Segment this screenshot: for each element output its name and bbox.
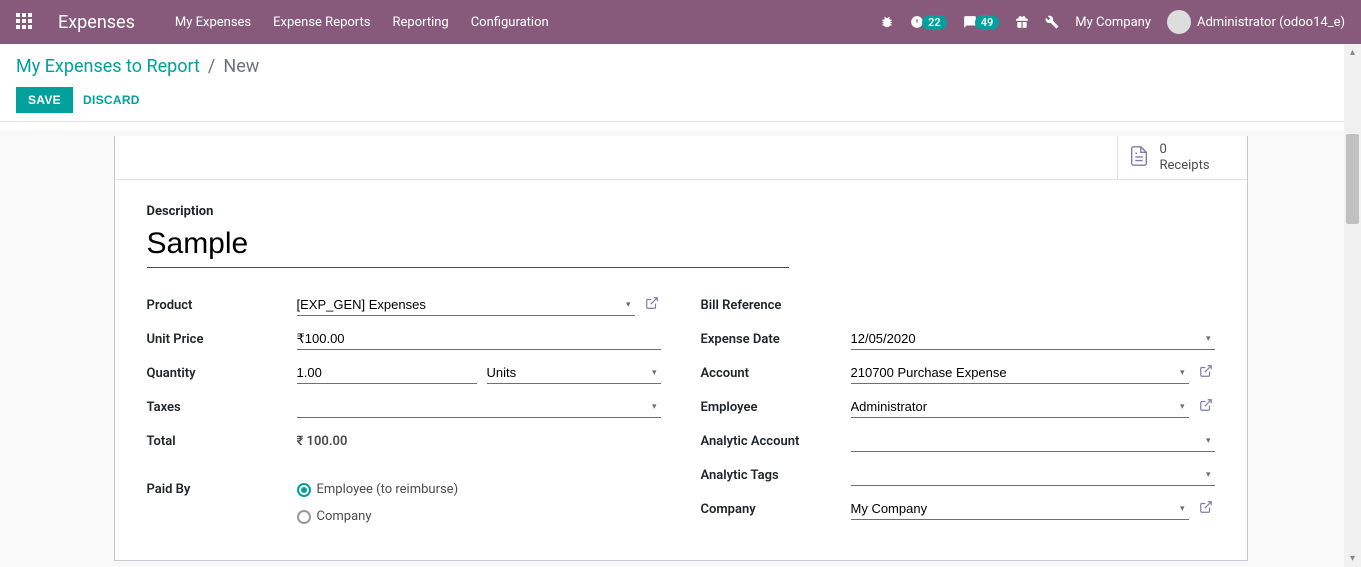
breadcrumb-current: New — [223, 56, 259, 77]
product-input[interactable] — [297, 294, 635, 316]
company-switcher[interactable]: My Company — [1075, 15, 1151, 30]
discard-button[interactable]: DISCARD — [83, 93, 140, 107]
receipts-count: 0 — [1160, 142, 1210, 158]
paid-by-company-radio[interactable]: Company — [297, 509, 372, 524]
control-panel: My Expenses to Report / New SAVE DISCARD — [0, 44, 1361, 122]
taxes-label: Taxes — [147, 400, 297, 415]
expense-date-label: Expense Date — [701, 332, 851, 347]
breadcrumb: My Expenses to Report / New — [16, 56, 1345, 77]
uom-input[interactable] — [487, 362, 661, 384]
company-label: Company — [701, 502, 851, 517]
main-navbar: Expenses My Expenses Expense Reports Rep… — [0, 0, 1361, 44]
paid-by-employee-radio[interactable]: Employee (to reimburse) — [297, 482, 459, 497]
document-icon — [1128, 145, 1150, 171]
description-input[interactable] — [147, 225, 789, 268]
vertical-scrollbar[interactable]: ▴ ▾ — [1344, 44, 1361, 567]
activities-button[interactable]: 22 — [910, 15, 947, 30]
paid-by-label: Paid By — [147, 482, 297, 497]
messages-button[interactable]: 49 — [963, 15, 1000, 30]
taxes-input[interactable] — [297, 396, 661, 418]
menu-expense-reports[interactable]: Expense Reports — [273, 15, 370, 30]
menu-configuration[interactable]: Configuration — [471, 15, 549, 30]
menu-reporting[interactable]: Reporting — [392, 15, 448, 30]
debug-icon[interactable] — [880, 15, 894, 29]
analytic-account-input[interactable] — [851, 430, 1215, 452]
external-link-icon[interactable] — [1199, 500, 1215, 518]
bill-ref-label: Bill Reference — [701, 298, 851, 313]
apps-icon[interactable] — [16, 13, 34, 31]
analytic-tags-label: Analytic Tags — [701, 468, 851, 483]
menu-my-expenses[interactable]: My Expenses — [175, 15, 251, 30]
expense-date-input[interactable] — [851, 328, 1215, 350]
external-link-icon[interactable] — [1199, 398, 1215, 416]
avatar-icon — [1167, 10, 1191, 34]
main-menu: My Expenses Expense Reports Reporting Co… — [175, 15, 880, 30]
activities-badge: 22 — [922, 15, 947, 30]
radio-unchecked-icon — [297, 510, 311, 524]
employee-input[interactable] — [851, 396, 1189, 418]
left-column: Product ▾ Unit Price — [147, 292, 661, 540]
receipts-stat-button[interactable]: 0 Receipts — [1117, 136, 1247, 179]
systray: 22 49 My Company Administrator (odoo14_e… — [880, 10, 1345, 34]
breadcrumb-separator: / — [208, 56, 215, 77]
employee-label: Employee — [701, 400, 851, 415]
scrollbar-thumb[interactable] — [1346, 134, 1359, 224]
quantity-label: Quantity — [147, 366, 297, 381]
scroll-down-icon[interactable]: ▾ — [1344, 550, 1361, 567]
account-label: Account — [701, 366, 851, 381]
external-link-icon[interactable] — [645, 296, 661, 314]
unit-price-label: Unit Price — [147, 332, 297, 347]
company-input[interactable] — [851, 498, 1189, 520]
receipts-label: Receipts — [1160, 158, 1210, 173]
quantity-input[interactable] — [297, 362, 477, 384]
external-link-icon[interactable] — [1199, 364, 1215, 382]
total-value: ₹ 100.00 — [297, 431, 348, 452]
gift-icon[interactable] — [1015, 15, 1029, 29]
account-input[interactable] — [851, 362, 1189, 384]
analytic-tags-input[interactable] — [851, 464, 1215, 486]
unit-price-input[interactable] — [297, 328, 661, 350]
scroll-up-icon[interactable]: ▴ — [1344, 44, 1361, 61]
analytic-account-label: Analytic Account — [701, 434, 851, 449]
app-brand[interactable]: Expenses — [58, 12, 135, 33]
button-box: 0 Receipts — [115, 136, 1247, 180]
total-label: Total — [147, 434, 297, 449]
product-label: Product — [147, 298, 297, 313]
save-button[interactable]: SAVE — [16, 87, 73, 113]
breadcrumb-back[interactable]: My Expenses to Report — [16, 56, 200, 77]
right-column: Bill Reference Expense Date ▾ Account — [701, 292, 1215, 540]
form-sheet: 0 Receipts Description Product ▾ — [114, 136, 1248, 561]
messages-badge: 49 — [975, 15, 1000, 30]
description-label: Description — [147, 204, 1215, 219]
radio-checked-icon — [297, 483, 311, 497]
user-menu[interactable]: Administrator (odoo14_e) — [1167, 10, 1345, 34]
tools-icon[interactable] — [1045, 15, 1059, 29]
